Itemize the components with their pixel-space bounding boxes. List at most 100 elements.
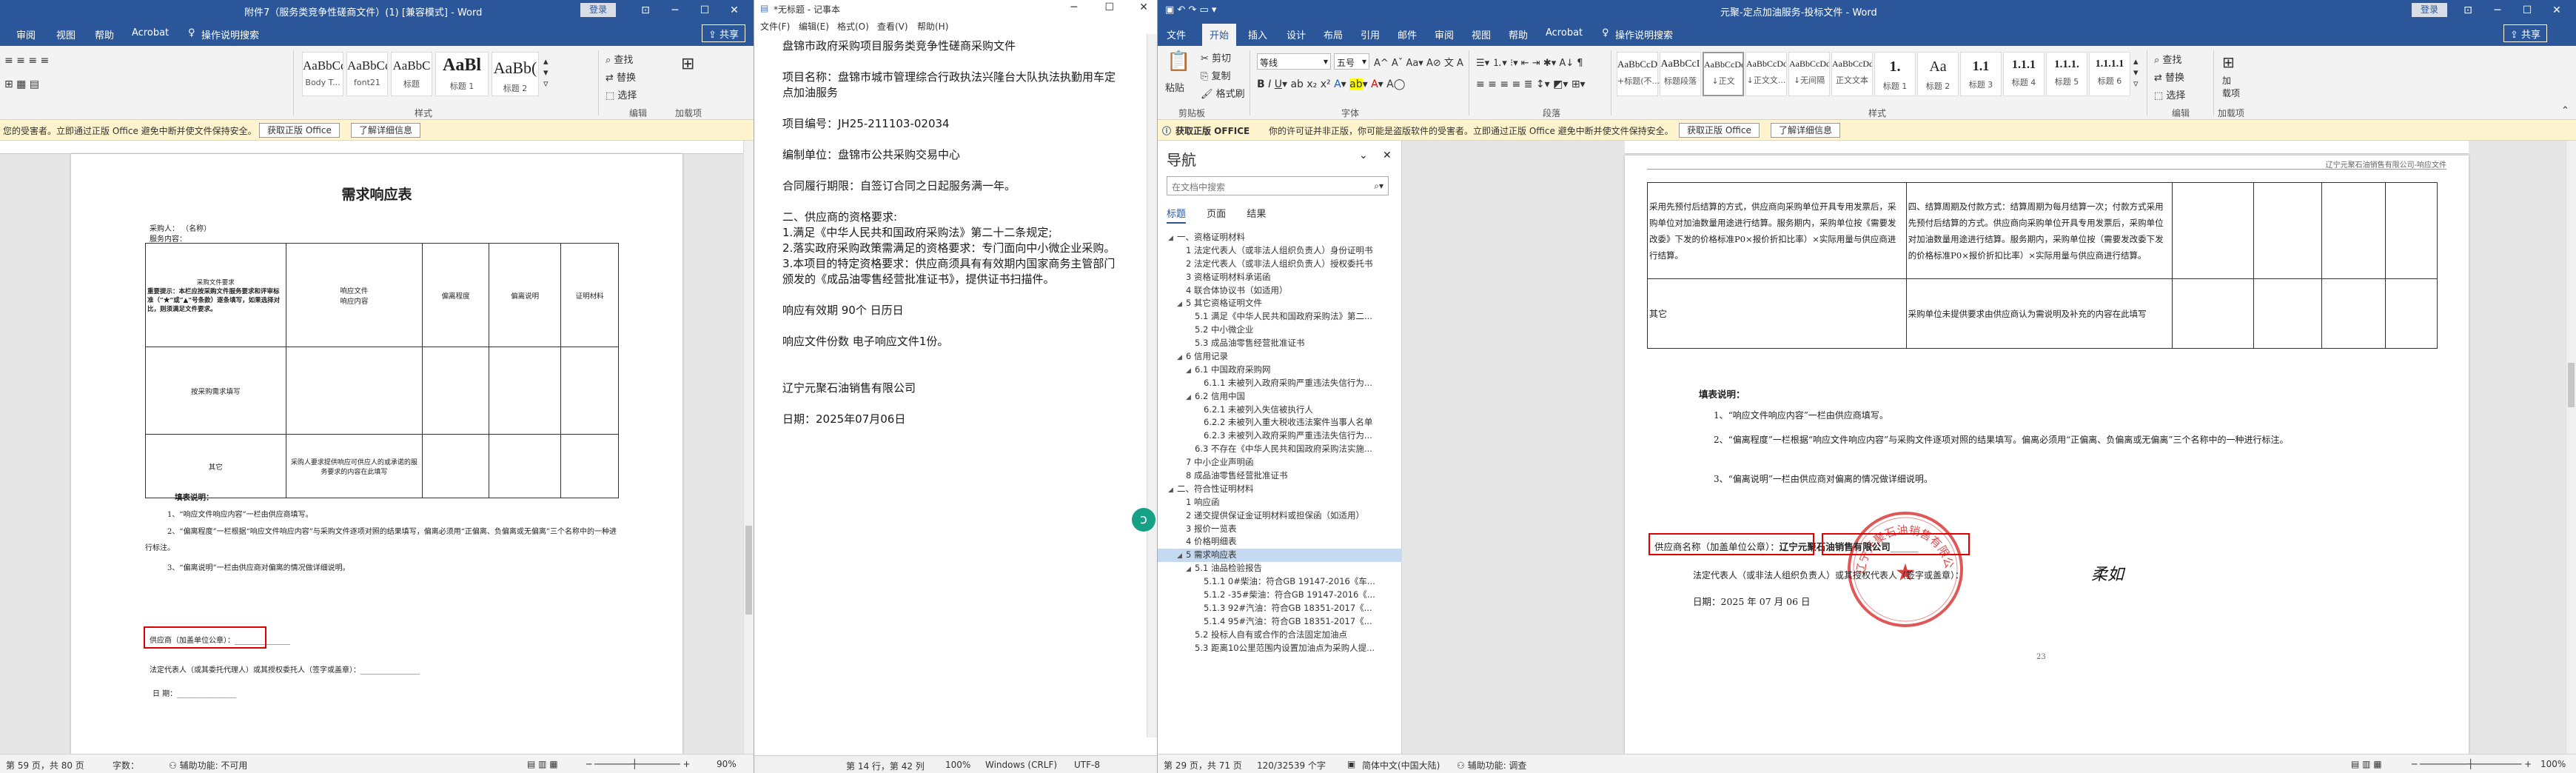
nav-heading-item[interactable]: 2 递交提供保证金证明材料或担保函（如适用） [1158, 509, 1402, 523]
style-gallery-item[interactable]: 1.1 标题 3 [1960, 52, 2002, 96]
nav-heading-item[interactable]: 6.3 不存在《中华人民共和国政府采购法实施... [1158, 443, 1402, 456]
learn-more-button[interactable]: 了解详细信息 [1771, 123, 1841, 138]
chevron-down-icon[interactable]: ⌄ [1359, 150, 1368, 161]
nav-heading-item[interactable]: ◢ 一、资格证明材料 [1158, 231, 1402, 244]
select-button[interactable]: ⬚ 选择 [2154, 87, 2185, 101]
paste-button[interactable]: 粘贴 [1165, 80, 1184, 94]
tab-insert[interactable]: 插入 [1248, 27, 1267, 41]
nav-heading-item[interactable]: 6.2.3 未被列入政府采购严重违法失信行为... [1158, 429, 1402, 443]
left-find-button[interactable]: ⌕ 查找 [606, 52, 633, 66]
font-name-box[interactable]: 等线 ▾ [1257, 53, 1331, 70]
left-vertical-scrollbar[interactable] [743, 141, 754, 754]
nav-heading-item[interactable]: ◢ 5 其它资格证明文件 [1158, 297, 1402, 310]
style-gallery-item[interactable]: AaBbCcDd ↓正文文... [1745, 52, 1787, 96]
menu-format[interactable]: 格式(O) [837, 20, 869, 33]
expand-triangle-icon[interactable]: ◢ [1168, 232, 1177, 244]
expand-triangle-icon[interactable]: ◢ [1186, 563, 1195, 575]
ribbon-display-icon[interactable]: ⊡ [2453, 1, 2483, 19]
nav-heading-item[interactable]: 7 中小企业声明函 [1158, 456, 1402, 469]
tab-layout[interactable]: 布局 [1324, 27, 1343, 41]
close-icon[interactable]: ✕ [2542, 1, 2572, 19]
notepad-text-area[interactable]: 盘锦市政府采购项目服务类竞争性磋商采购文件 项目名称：盘锦市城市管理综合行政执法兴… [782, 39, 1144, 427]
left-document-page[interactable]: 需求响应表 采购人： （名称） 服务内容： 采购文件要求 重要提示：本栏应按采购文… [71, 154, 682, 754]
nav-tab-pages[interactable]: 页面 [1207, 209, 1226, 220]
close-icon[interactable]: ✕ [720, 1, 749, 19]
tab-references[interactable]: 引用 [1361, 27, 1380, 41]
right-login-button[interactable]: 登录 [2412, 3, 2448, 17]
tab-home[interactable]: 开始 [1202, 24, 1237, 46]
style-gallery-item[interactable]: Aa 标题 2 [1917, 52, 1959, 96]
style-gallery-item[interactable]: AaBbCcDd ↓无间隔 [1788, 52, 1830, 96]
nav-tab-headings[interactable]: 标题 [1167, 209, 1187, 224]
font-format-buttons[interactable]: B I U▾ ab x₂ x² A▾ ab▾ A▾ A◯ [1257, 78, 1405, 90]
maximize-icon[interactable]: ☐ [690, 1, 720, 19]
minimize-icon[interactable]: ─ [660, 1, 690, 19]
format-painter-button[interactable]: 🖌 格式刷 [1201, 86, 1245, 100]
expand-triangle-icon[interactable]: ◢ [1168, 484, 1177, 496]
expand-triangle-icon[interactable]: ◢ [1177, 298, 1186, 310]
nav-heading-item[interactable]: 5.1.2 -35#柴油：符合GB 19147-2016《... [1158, 589, 1402, 602]
left-align-icons[interactable]: ≡ ≡ ≡ ≡ [4, 55, 49, 67]
tab-help[interactable]: 帮助 [1509, 27, 1528, 41]
tab-file[interactable]: 文件 [1167, 27, 1186, 41]
nav-heading-item[interactable]: 5.1.1 0#柴油：符合GB 19147-2016《车... [1158, 575, 1402, 589]
nav-heading-item[interactable]: 8 成品油零售经营批准证书 [1158, 469, 1402, 483]
quick-access-icons[interactable]: ▣ ↶ ↷ ▭ ▾ [1165, 4, 1216, 16]
status-page[interactable]: 第 29 页，共 71 页 [1164, 759, 1242, 772]
left-login-button[interactable]: 登录 [580, 3, 617, 17]
tab-acrobat[interactable]: Acrobat [1546, 27, 1583, 39]
nav-heading-item[interactable]: 5.3 成品油零售经营批准证书 [1158, 337, 1402, 350]
style-gallery-item[interactable]: 1.1.1. 标题 5 [2046, 52, 2087, 96]
left-tab-review[interactable]: 审阅 [16, 27, 36, 41]
maximize-icon[interactable]: ☐ [1104, 1, 1114, 13]
nav-heading-item[interactable]: ◢ 5.1 油品检验报告 [1158, 562, 1402, 575]
nav-heading-item[interactable]: ◢ 二、符合性证明材料 [1158, 483, 1402, 496]
left-style-2[interactable]: AaBbCcDc font21 [346, 52, 388, 96]
tab-design[interactable]: 设计 [1287, 27, 1306, 41]
nav-heading-item[interactable]: 6.2.1 未被列入失信被执行人 [1158, 404, 1402, 417]
collapse-ribbon-icon[interactable]: ⌃ [2561, 105, 2569, 116]
tab-mailings[interactable]: 邮件 [1398, 27, 1417, 41]
find-button[interactable]: ⌕ 查找 [2154, 52, 2181, 66]
nav-heading-item[interactable]: 5.2 投标人自有或合作的合法固定加油点 [1158, 629, 1402, 642]
style-gallery-item-selected[interactable]: AaBbCcDd ↓正文 [1703, 52, 1744, 96]
style-gallery-item[interactable]: AaBbCcDd 正文文本 [1831, 52, 1873, 96]
left-style-5[interactable]: AaBb(标题 2 [492, 52, 539, 96]
left-tab-view[interactable]: 视图 [56, 27, 76, 41]
addin-icon[interactable]: ⊞ [2222, 53, 2235, 71]
expand-triangle-icon[interactable]: ◢ [1186, 365, 1195, 377]
nav-heading-item[interactable]: 6.1.1 未被列入政府采购严重违法失信行为... [1158, 377, 1402, 390]
left-styles-scroll-icon[interactable]: ▴ ▾ ▿ [543, 56, 549, 90]
close-icon[interactable]: ✕ [1383, 150, 1392, 161]
right-ruler[interactable] [1625, 141, 2469, 154]
left-status-words[interactable]: 字数： [113, 759, 139, 772]
left-share-button[interactable]: ⇪ 共享 [702, 24, 746, 42]
left-style-4[interactable]: AaBl 标题 1 [435, 52, 489, 96]
style-gallery-item[interactable]: AaBbCcI 标题段落 [1660, 52, 1701, 96]
minimize-icon[interactable]: ─ [2483, 1, 2512, 19]
cut-button[interactable]: ✂ 剪切 [1201, 50, 1231, 64]
left-zoom-slider[interactable]: ─ ───────┼──────── + [586, 759, 691, 769]
menu-edit[interactable]: 编辑(E) [799, 20, 829, 33]
right-share-button[interactable]: ⇪ 共享 [2503, 24, 2548, 42]
zoom-slider[interactable]: ─ ─────────┼───────── + [2412, 759, 2532, 769]
nav-heading-item[interactable]: 5.1 满足《中华人民共和国政府采购法》第二... [1158, 310, 1402, 324]
menu-help[interactable]: 帮助(H) [917, 20, 948, 33]
left-zoom-level[interactable]: 90% [717, 759, 737, 769]
ribbon-display-icon[interactable]: ⊡ [631, 1, 660, 19]
status-language[interactable]: 简体中文(中国大陆) [1362, 759, 1440, 772]
font-size-box[interactable]: 五号 ▾ [1334, 53, 1369, 70]
style-gallery-item[interactable]: AaBbCcDc +标题(不... [1617, 52, 1660, 96]
nav-heading-item[interactable]: 6.2.2 未被列入重大税收违法案件当事人名单 [1158, 416, 1402, 429]
nav-heading-item[interactable]: ◢ 6 信用记录 [1158, 350, 1402, 364]
nav-heading-item[interactable]: ◢ 6.2 信用中国 [1158, 390, 1402, 404]
list-buttons[interactable]: ☰▾ ⒈▾ ⁝▾ ⇤ ⇥ ✱▾ A↓ ¶ [1476, 55, 1583, 69]
status-access[interactable]: ⚇ 辅助功能: 调查 [1457, 759, 1526, 772]
left-style-1[interactable]: AaBbCcDc Body T... [302, 52, 343, 96]
nav-heading-item[interactable]: 5.1.3 92#汽油：符合GB 18351-2017《... [1158, 602, 1402, 615]
nav-heading-item[interactable]: ◢ 6.1 中国政府采购网 [1158, 364, 1402, 377]
nav-tab-results[interactable]: 结果 [1247, 209, 1266, 220]
expand-triangle-icon[interactable]: ◢ [1177, 352, 1186, 364]
right-document-page[interactable]: 辽宁元聚石油销售有限公司-响应文件 采用先预付后结算的方式，供应商向采购单位开具… [1625, 155, 2469, 754]
menu-view[interactable]: 查看(V) [877, 20, 908, 33]
